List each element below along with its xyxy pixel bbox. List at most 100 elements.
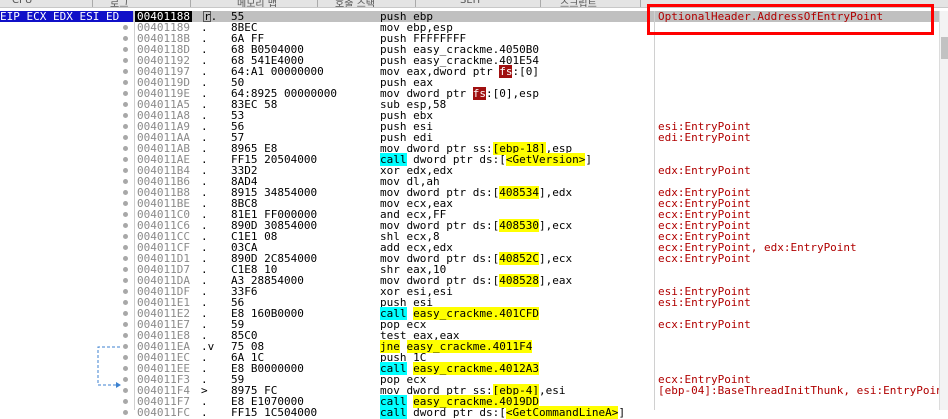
breakpoint-dot-icon[interactable] [123, 410, 128, 415]
tab-5[interactable]: 스크립트 [560, 0, 597, 7]
breakpoint-dot-icon[interactable] [123, 146, 128, 151]
instruction-text: call dword ptr ds:[<GetCommandLineA>] [380, 406, 626, 419]
instruction-highlight: call [380, 406, 407, 419]
tab-2[interactable]: 메모리 맵 [237, 0, 277, 7]
breakpoint-dot-icon[interactable] [123, 135, 128, 140]
register-label [0, 88, 133, 99]
jump-arrow-icon [97, 346, 121, 388]
breakpoint-dot-icon[interactable] [123, 234, 128, 239]
breakpoint-dot-icon[interactable] [123, 168, 128, 173]
register-label [0, 121, 133, 132]
tab-1[interactable]: 로그 [110, 0, 128, 7]
register-label [0, 297, 133, 308]
breakpoint-dot-icon[interactable] [123, 157, 128, 162]
breakpoint-dot-icon[interactable] [123, 190, 128, 195]
breakpoint-dot-icon[interactable] [123, 58, 128, 63]
register-label [0, 44, 133, 55]
register-label [0, 33, 133, 44]
breakpoint-dot-icon[interactable] [123, 322, 128, 327]
register-label [0, 308, 133, 319]
opcode-bytes: 64:A1 00000000 [231, 65, 324, 78]
tab-separator [317, 0, 318, 7]
breakpoint-dot-icon[interactable] [123, 223, 128, 228]
tab-separator [190, 0, 191, 7]
tab-3[interactable]: 호출 스택 [335, 0, 375, 7]
scrollbar-thumb[interactable] [941, 37, 948, 59]
register-label [0, 55, 133, 66]
comment-cell: ecx:EntryPoint [658, 252, 751, 265]
opcode-bytes: FF15 1C504000 [231, 406, 318, 419]
comment-cell: [ebp-04]:BaseThreadInitThunk, esi:EntryP… [658, 384, 948, 397]
register-label [0, 154, 133, 165]
target-label-highlight: <GetCommandLineA> [505, 406, 619, 419]
branch-marker: . [201, 406, 208, 419]
entry-point-callout [647, 4, 934, 35]
breakpoint-dot-icon[interactable] [123, 377, 128, 382]
breakpoint-dot-icon[interactable] [123, 124, 128, 129]
breakpoint-dot-icon[interactable] [123, 113, 128, 118]
register-label [0, 176, 133, 187]
register-label [0, 407, 133, 418]
breakpoint-dot-icon[interactable] [123, 69, 128, 74]
breakpoint-dot-icon[interactable] [123, 25, 128, 30]
register-label [0, 220, 133, 231]
vertical-scrollbar[interactable] [939, 11, 948, 410]
register-label [0, 143, 133, 154]
register-label [0, 198, 133, 209]
breakpoint-dot-icon[interactable] [123, 278, 128, 283]
comment-cell: edx:EntryPoint [658, 164, 751, 177]
breakpoint-dot-icon[interactable] [123, 256, 128, 261]
tab-separator [640, 0, 641, 7]
tab-separator [415, 0, 416, 7]
tab-separator [540, 0, 541, 7]
breakpoint-dot-icon[interactable] [123, 179, 128, 184]
address-cell: 004011FC [137, 406, 190, 419]
tab-4[interactable]: SEH [460, 0, 480, 6]
breakpoint-dot-icon[interactable] [123, 36, 128, 41]
register-label [0, 253, 133, 264]
column-divider [654, 11, 655, 410]
register-label [0, 209, 133, 220]
breakpoint-dot-icon[interactable] [123, 91, 128, 96]
register-label [0, 99, 133, 110]
tab-separator [92, 0, 93, 7]
breakpoint-dot-icon[interactable] [123, 366, 128, 371]
register-label [0, 77, 133, 88]
breakpoint-dot-icon[interactable] [123, 333, 128, 338]
register-label [0, 110, 133, 121]
breakpoint-dot-icon[interactable] [123, 212, 128, 217]
register-label [0, 242, 133, 253]
register-label [0, 264, 133, 275]
register-label [0, 396, 133, 407]
tab-0[interactable]: CPU [12, 0, 32, 6]
register-label [0, 165, 133, 176]
breakpoint-dot-icon[interactable] [123, 102, 128, 107]
register-label [0, 319, 133, 330]
comment-cell: ecx:EntryPoint [658, 318, 751, 331]
register-label [0, 187, 133, 198]
instruction-row[interactable]: 004011FC. FF15 1C504000 call dword ptr ds:… [0, 406, 948, 419]
register-label: EIP ECX EDX ESI ED [0, 11, 133, 22]
register-label [0, 66, 133, 77]
disassembly-listing: EIP ECX EDX ESI ED 00401188 r. 55 push ebp Op… [0, 11, 948, 419]
breakpoint-dot-icon[interactable] [123, 245, 128, 250]
breakpoint-dot-icon[interactable] [123, 311, 128, 316]
register-label [0, 22, 133, 33]
breakpoint-dot-icon[interactable] [123, 399, 128, 404]
comment-cell: esi:EntryPoint [658, 296, 751, 309]
breakpoint-dot-icon[interactable] [123, 201, 128, 206]
comment-cell: edi:EntryPoint [658, 131, 751, 144]
instruction-suffix: dword ptr ds:[<GetCommandLineA>] [406, 406, 626, 419]
breakpoint-dot-icon[interactable] [123, 289, 128, 294]
breakpoint-dot-icon[interactable] [123, 388, 128, 393]
breakpoint-dot-icon[interactable] [123, 355, 128, 360]
breakpoint-dot-icon[interactable] [123, 80, 128, 85]
register-label [0, 132, 133, 143]
breakpoint-dot-icon[interactable] [123, 344, 128, 349]
register-label [0, 231, 133, 242]
register-label [0, 286, 133, 297]
register-label [0, 275, 133, 286]
breakpoint-dot-icon[interactable] [123, 300, 128, 305]
breakpoint-dot-icon[interactable] [123, 47, 128, 52]
breakpoint-dot-icon[interactable] [123, 267, 128, 272]
